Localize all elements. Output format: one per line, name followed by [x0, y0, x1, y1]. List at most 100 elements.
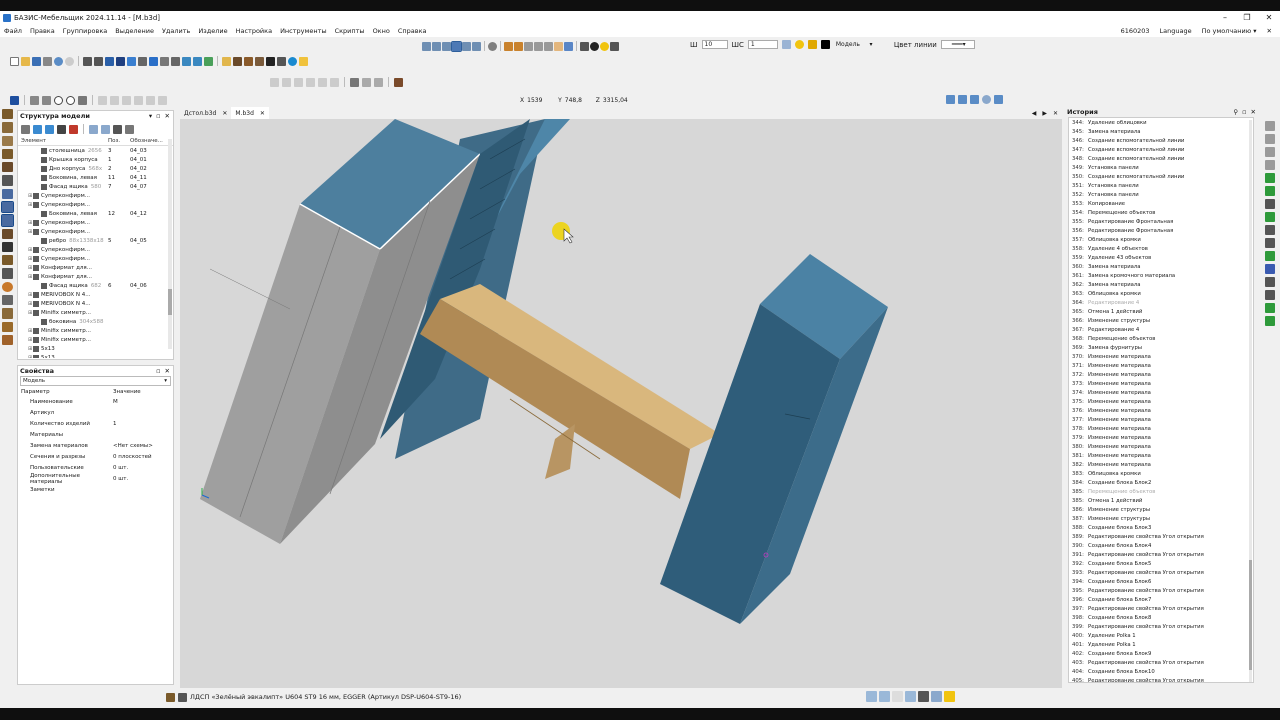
history-item[interactable]: 402: Создание блока Блок9: [1069, 649, 1253, 658]
history-item[interactable]: 394: Создание блока Блок6: [1069, 577, 1253, 586]
r-tool-13-icon[interactable]: [1265, 277, 1275, 287]
history-item[interactable]: 363: Облицовка кромки: [1069, 289, 1253, 298]
edit-4-icon[interactable]: [306, 77, 315, 87]
menu-settings[interactable]: Настройка: [232, 27, 276, 35]
history-item[interactable]: 357: Облицовка кромки: [1069, 235, 1253, 244]
mirror-icon[interactable]: [138, 56, 147, 66]
chamfer-icon[interactable]: [146, 95, 155, 105]
tree-row[interactable]: боковина 304x588: [18, 317, 173, 326]
history-item[interactable]: 361: Замена кромочного материала: [1069, 271, 1253, 280]
vector-icon[interactable]: [127, 56, 136, 66]
tree-row[interactable]: столешница 2656 3 04_03: [18, 146, 173, 155]
property-value[interactable]: <Нет схемы>: [113, 443, 173, 449]
history-item[interactable]: 400: Удаление Polka 1: [1069, 631, 1253, 640]
history-item[interactable]: 374: Изменение материала: [1069, 388, 1253, 397]
history-item[interactable]: 393: Редактирование свойства Угол открыти…: [1069, 568, 1253, 577]
r-tool-14-icon[interactable]: [1265, 290, 1275, 300]
arc-icon[interactable]: [66, 95, 75, 105]
layer-select[interactable]: Модель ▾: [834, 40, 890, 49]
dash2-icon[interactable]: [374, 77, 383, 87]
history-item[interactable]: 385: Перемещение объектов: [1069, 487, 1253, 496]
tree-row[interactable]: ⊞ Minifix симметр...: [18, 308, 173, 317]
properties-selector[interactable]: Модель ▾: [20, 376, 171, 386]
history-item[interactable]: 346: Создание вспомогательной линии: [1069, 136, 1253, 145]
save-icon[interactable]: [32, 56, 41, 66]
history-item[interactable]: 370: Изменение материала: [1069, 352, 1253, 361]
history-item[interactable]: 384: Создание блока Блок2: [1069, 478, 1253, 487]
history-item[interactable]: 359: Удаление 43 объектов: [1069, 253, 1253, 262]
model-scene[interactable]: [180, 119, 1062, 688]
history-item[interactable]: 373: Изменение материала: [1069, 379, 1253, 388]
snap-icon[interactable]: [866, 691, 877, 702]
undo-icon[interactable]: [54, 56, 63, 66]
menu-grouping[interactable]: Группировка: [59, 27, 112, 35]
tab-m[interactable]: M.b3d ✕: [231, 107, 269, 119]
history-item[interactable]: 387: Изменение структуры: [1069, 514, 1253, 523]
col-element[interactable]: Элемент: [18, 138, 108, 145]
history-item[interactable]: 385: Отмена 1 действий: [1069, 496, 1253, 505]
menu-help[interactable]: Справка: [394, 27, 431, 35]
restore-icon[interactable]: ❐: [1236, 13, 1258, 22]
drawer-tool-icon[interactable]: [2, 188, 13, 199]
tree-row[interactable]: ⊞ Суперконфирм...: [18, 218, 173, 227]
history-item[interactable]: 403: Редактирование свойства Угол открыти…: [1069, 658, 1253, 667]
tree-row[interactable]: Фасад ящика 682 6 04_06: [18, 281, 173, 290]
property-row[interactable]: Материалы: [18, 429, 173, 440]
handle-tool-icon[interactable]: [2, 255, 13, 266]
pointer-icon[interactable]: [10, 95, 19, 105]
history-item[interactable]: 345: Замена материала: [1069, 127, 1253, 136]
menu-delete[interactable]: Удалить: [158, 27, 194, 35]
history-item[interactable]: 371: Изменение материала: [1069, 361, 1253, 370]
hand-icon[interactable]: [222, 56, 231, 66]
line-width-field[interactable]: 10: [701, 40, 728, 49]
status-left-icon[interactable]: [8, 693, 17, 702]
r-tool-10-icon[interactable]: [1265, 238, 1275, 248]
property-row[interactable]: Заметки: [18, 484, 173, 495]
r-tool-1-icon[interactable]: [1265, 121, 1275, 131]
r-tool-5-icon[interactable]: [1265, 173, 1275, 183]
history-item[interactable]: 404: Создание блока Блок10: [1069, 667, 1253, 676]
lock-icon[interactable]: [807, 40, 817, 49]
shelf-tool-icon[interactable]: [1, 200, 14, 214]
tree-row[interactable]: ⊞ Суперконфирм...: [18, 227, 173, 236]
tool-icon[interactable]: [160, 56, 169, 66]
history-item[interactable]: 380: Изменение материала: [1069, 442, 1253, 451]
measure-icon[interactable]: [171, 56, 180, 66]
tree-row[interactable]: Фасад ящика 580 7 04_07: [18, 182, 173, 191]
drawer-icon[interactable]: [244, 56, 253, 66]
rectangle-icon[interactable]: [78, 95, 87, 105]
property-row[interactable]: Замена материалов <Нет схемы>: [18, 440, 173, 451]
r-tool-3-icon[interactable]: [1265, 147, 1275, 157]
history-item[interactable]: 376: Изменение материала: [1069, 406, 1253, 415]
edit-2-icon[interactable]: [282, 77, 291, 87]
edit-5-icon[interactable]: [318, 77, 327, 87]
tree-icon[interactable]: [45, 124, 54, 134]
minimize-icon[interactable]: –: [1214, 13, 1236, 22]
viewport-close-icon[interactable]: ✕: [1053, 110, 1058, 117]
zoom-all-icon[interactable]: [193, 56, 202, 66]
tree-row[interactable]: ⊞ Суперконфирм...: [18, 200, 173, 209]
history-scrollbar[interactable]: [1249, 120, 1252, 682]
tree-row[interactable]: ребро 88x1338x18 5 04_05: [18, 236, 173, 245]
panel-horiz-icon[interactable]: [2, 135, 13, 146]
panel-front-icon[interactable]: [2, 148, 13, 160]
history-item[interactable]: 354: Перемещение объектов: [1069, 208, 1253, 217]
layers-icon[interactable]: [781, 40, 791, 49]
panel-menu-icon[interactable]: ▾: [149, 112, 152, 120]
col-pos[interactable]: Поз.: [108, 138, 130, 145]
zoom-fit-icon[interactable]: [994, 95, 1003, 104]
tree-row[interactable]: ⊞ MERIVOBOX N 4...: [18, 299, 173, 308]
zoom-window-icon[interactable]: [182, 56, 191, 66]
rotate-icon[interactable]: [488, 41, 497, 51]
history-item[interactable]: 355: Редактирование Фронтальная: [1069, 217, 1253, 226]
zoom-lens-icon[interactable]: [982, 95, 991, 104]
hardware-icon[interactable]: [255, 56, 264, 66]
offset-icon[interactable]: [122, 95, 131, 105]
r-tool-8-icon[interactable]: [1265, 212, 1275, 222]
extend-icon[interactable]: [110, 95, 119, 105]
panel-max-icon[interactable]: ▫: [156, 112, 160, 120]
wireframe-icon[interactable]: [524, 41, 533, 51]
history-item[interactable]: 360: Замена материала: [1069, 262, 1253, 271]
find-icon[interactable]: [89, 124, 98, 134]
fillet-icon[interactable]: [134, 95, 143, 105]
